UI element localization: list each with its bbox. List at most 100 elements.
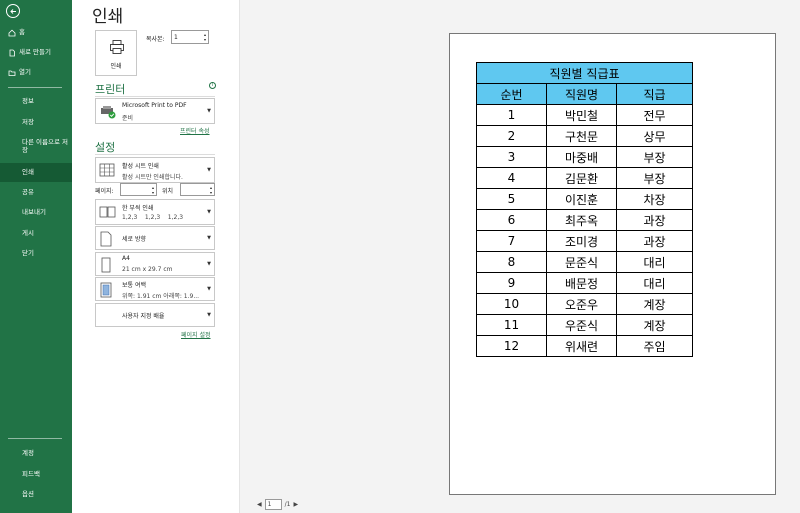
sheet-cell: 부장: [616, 146, 693, 168]
sheet-cell: 마중배: [546, 146, 617, 168]
printer-section-title: 프린터: [95, 83, 126, 96]
sheet-cell: 상무: [616, 125, 693, 147]
sidebar-item-label: 계정: [22, 449, 34, 457]
table-row: 6 최주옥 과장: [476, 209, 693, 231]
sidebar-item-label: 다른 이름으로 저장: [22, 138, 68, 154]
sidebar-item-close[interactable]: 닫기: [0, 249, 72, 258]
pages-from-input[interactable]: ▴ ▾: [120, 183, 157, 196]
orientation-select[interactable]: 세로 방향 ▼: [95, 226, 215, 250]
sidebar-divider: [8, 438, 62, 439]
next-page-icon[interactable]: ▶: [293, 501, 298, 508]
sheet-header-cell: 직원명: [546, 83, 617, 105]
scaling-select[interactable]: 사용자 지정 배율 ▼: [95, 303, 215, 327]
back-button[interactable]: [6, 4, 20, 18]
sheet-header-cell: 직급: [616, 83, 693, 105]
sidebar-item-info[interactable]: 정보: [0, 97, 72, 106]
sidebar-item-label: 닫기: [22, 249, 34, 257]
sidebar-item-open[interactable]: 열기: [0, 68, 72, 77]
sheet-cell: 박민철: [546, 104, 617, 126]
sidebar-item-share[interactable]: 공유: [0, 188, 72, 197]
pages-to-input[interactable]: ▴ ▾: [180, 183, 215, 196]
chevron-down-icon: ▼: [207, 108, 211, 114]
print-what-desc: 활성 시트만 인쇄합니다.: [122, 174, 183, 181]
sidebar-item-label: 옵션: [22, 490, 34, 498]
copies-value: 1: [174, 34, 178, 41]
margins-icon: [100, 282, 112, 298]
pages-to-label: 위치: [162, 188, 174, 195]
print-button[interactable]: 인쇄: [95, 30, 137, 76]
sidebar-item-save[interactable]: 저장: [0, 118, 72, 127]
page-title: 인쇄: [92, 7, 124, 27]
printer-properties-link[interactable]: 프린터 속성: [180, 126, 210, 135]
collate-select[interactable]: 한 부씩 인쇄 1,2,3 1,2,3 1,2,3 ▼: [95, 199, 215, 225]
table-row: 11 우준식 계장: [476, 314, 693, 336]
sheet-cell: 전무: [616, 104, 693, 126]
sidebar-item-publish[interactable]: 게시: [0, 229, 72, 238]
margins-desc: 위쪽: 1.91 cm 아래쪽: 1.9...: [122, 293, 200, 300]
prev-page-icon[interactable]: ◀: [257, 501, 262, 508]
sidebar-item-save-as[interactable]: 다른 이름으로 저장: [0, 138, 72, 154]
sidebar-item-label: 정보: [22, 97, 34, 105]
margins-select[interactable]: 보통 여백 위쪽: 1.91 cm 아래쪽: 1.9... ▼: [95, 277, 215, 301]
current-page-input[interactable]: 1: [264, 499, 282, 510]
section-divider: [95, 96, 215, 97]
pages-from-spinner[interactable]: ▴ ▾: [152, 185, 154, 195]
table-row: 4 김문환 부장: [476, 167, 693, 189]
printer-name: Microsoft Print to PDF: [122, 102, 187, 109]
table-row: 8 문준식 대리: [476, 251, 693, 273]
sheet-cell: 8: [476, 251, 547, 273]
sidebar-item-account[interactable]: 계정: [0, 449, 72, 458]
sidebar-item-label: 홈: [19, 28, 25, 36]
collate-desc: 1,2,3 1,2,3 1,2,3: [122, 214, 184, 221]
sheet-cell: 7: [476, 230, 547, 252]
sheet-cell: 3: [476, 146, 547, 168]
table-row: 7 조미경 과장: [476, 230, 693, 252]
chevron-down-icon: ▼: [207, 209, 211, 215]
sidebar-item-print[interactable]: 인쇄: [0, 163, 72, 182]
sheet-cell: 2: [476, 125, 547, 147]
page-setup-link[interactable]: 페이지 설정: [181, 330, 211, 339]
sheet-cell: 이진훈: [546, 188, 617, 210]
sheet-cell: 과장: [616, 230, 693, 252]
new-file-icon: [9, 49, 15, 56]
sidebar-item-feedback[interactable]: 피드백: [0, 470, 72, 479]
sheet-cell: 김문환: [546, 167, 617, 189]
sidebar-item-label: 열기: [19, 68, 31, 76]
print-button-label: 인쇄: [110, 63, 122, 70]
sheet-cell: 우준식: [546, 314, 617, 336]
sheet-cell: 5: [476, 188, 547, 210]
sheet-cell: 부장: [616, 167, 693, 189]
sidebar-item-label: 공유: [22, 188, 34, 196]
copies-spinner[interactable]: ▴ ▾: [204, 32, 206, 42]
sheet-cell: 9: [476, 272, 547, 294]
sidebar-item-label: 피드백: [22, 470, 40, 478]
print-what-select[interactable]: 활성 시트 인쇄 활성 시트만 인쇄합니다. ▼: [95, 157, 215, 183]
sidebar-item-label: 내보내기: [22, 208, 46, 216]
sheet-cell: 계장: [616, 293, 693, 315]
paper-size-select[interactable]: A4 21 cm x 29.7 cm ▼: [95, 252, 215, 276]
table-row: 2 구천문 상무: [476, 125, 693, 147]
page-navigator: ◀ 1 /1 ▶: [257, 499, 298, 510]
chevron-down-icon: ▼: [207, 261, 211, 267]
sidebar-item-export[interactable]: 내보내기: [0, 208, 72, 217]
info-icon[interactable]: i: [209, 82, 216, 89]
sidebar-item-options[interactable]: 옵션: [0, 490, 72, 499]
margins-value: 보통 여백: [122, 282, 146, 289]
settings-section-title: 설정: [95, 141, 116, 154]
sidebar-item-label: 저장: [22, 118, 34, 126]
pages-to-spinner[interactable]: ▴ ▾: [210, 185, 212, 195]
portrait-page-icon: [100, 231, 112, 247]
sidebar-item-label: 새로 만들기: [19, 48, 51, 56]
backstage-sidebar: 홈 새로 만들기 열기 정보 저장 다른 이름으로 저장 인쇄 공유 내보내기 …: [0, 0, 72, 513]
chevron-down-icon: ▼: [207, 312, 211, 318]
print-what-value: 활성 시트 인쇄: [122, 163, 159, 170]
printer-select[interactable]: Microsoft Print to PDF 준비 ▼: [95, 98, 215, 124]
printer-status: 준비: [122, 115, 134, 122]
sheet-cell: 오준우: [546, 293, 617, 315]
sheet-cell: 위새련: [546, 335, 617, 357]
copies-input[interactable]: 1 ▴ ▾: [171, 30, 209, 44]
sheet-cell: 구천문: [546, 125, 617, 147]
sidebar-item-home[interactable]: 홈: [0, 28, 72, 37]
paper-size-value: A4: [122, 255, 130, 262]
sidebar-item-new[interactable]: 새로 만들기: [0, 48, 72, 57]
